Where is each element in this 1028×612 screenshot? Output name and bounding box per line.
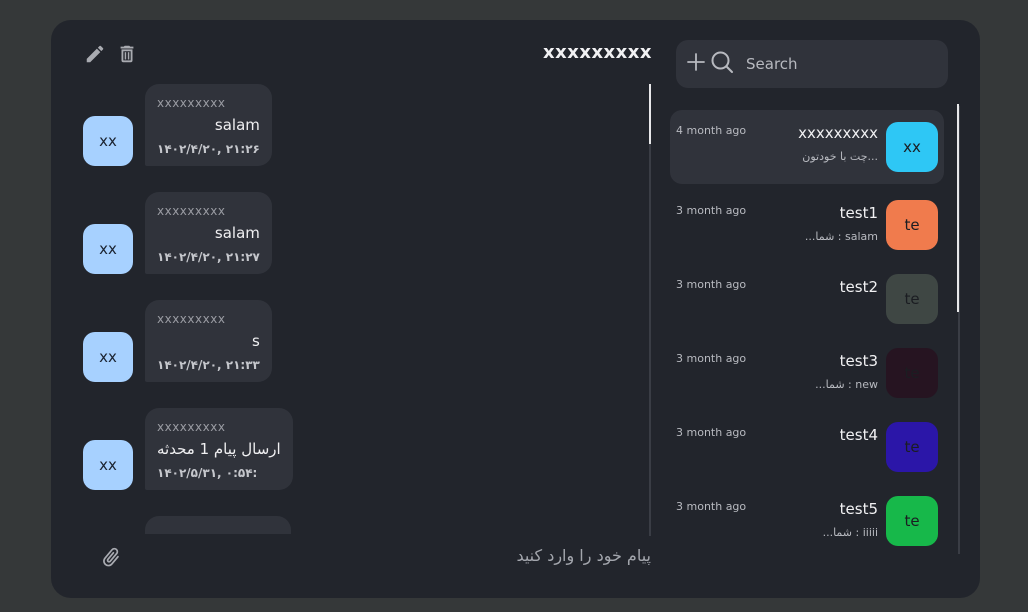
contact-time: 3 month ago [676, 204, 747, 217]
message-bubble[interactable]: xxxxxxxxx salam ۱۴۰۲/۴/۲۰, ۲۱:۲۷ [145, 192, 272, 274]
contact-item[interactable]: 4 month ago xxxxxxxxx ...چت با خودتون xx [670, 110, 944, 184]
contact-item[interactable]: 3 month ago test4 te [670, 412, 944, 486]
message-bubble[interactable]: xxxxxxxxx salam ۱۴۰۲/۴/۲۰, ۲۱:۲۶ [145, 84, 272, 166]
contact-preview: new : شما... [815, 378, 878, 391]
paperclip-icon[interactable] [99, 546, 123, 570]
trash-icon[interactable] [115, 42, 139, 66]
contact-name: test5 [839, 500, 878, 518]
contact-preview: salam : شما... [804, 230, 878, 243]
contact-name: test4 [839, 426, 878, 444]
message-sender: xxxxxxxxx [157, 204, 226, 218]
message-item: xx xxxxxxxxx salam ۱۴۰۲/۴/۲۰, ۲۱:۲۶ [83, 84, 272, 166]
contact-name: test3 [839, 352, 878, 370]
avatar[interactable]: xx [83, 332, 133, 382]
message-sender: xxxxxxxxx [157, 420, 226, 434]
contact-item[interactable]: 3 month ago test3 new : شما... te [670, 338, 944, 412]
edit-icon[interactable] [83, 42, 107, 66]
messenger-window: xxxxxxxxx xx xxxxxxxxx salam ۱۴۰۲/۴/۲۰, … [51, 20, 980, 598]
message-sender: xxxxxxxxx [157, 96, 226, 110]
message-text: salam [214, 116, 260, 134]
avatar: xx [886, 122, 938, 172]
avatar[interactable]: xx [83, 116, 133, 166]
message-item: xx xxxxxxxxx ارسال پیام 1 محدثه ۱۴۰۲/۵/۳… [83, 408, 293, 490]
contact-time: 3 month ago [676, 352, 747, 365]
message-bubble[interactable]: xxxxxxxxx s ۱۴۰۲/۴/۲۰, ۲۱:۳۳ [145, 300, 272, 382]
avatar: te [886, 422, 938, 472]
contact-preview: ...چت با خودتون [802, 150, 878, 163]
chat-actions [83, 42, 139, 66]
search-icon [710, 50, 734, 78]
avatar: te [886, 274, 938, 324]
message-bubble[interactable] [145, 516, 291, 534]
search-box[interactable] [676, 40, 948, 88]
chat-scroll-thumb[interactable] [649, 84, 651, 144]
search-input[interactable] [746, 55, 926, 73]
contact-time: 3 month ago [676, 500, 747, 513]
contact-name: test2 [839, 278, 878, 296]
message-list: xx xxxxxxxxx salam ۱۴۰۲/۴/۲۰, ۲۱:۲۶ xx x… [83, 82, 643, 534]
contact-preview: iiiii : شما... [822, 526, 878, 539]
message-composer [83, 534, 651, 584]
avatar: te [886, 200, 938, 250]
message-text: ارسال پیام 1 محدثه [157, 440, 281, 458]
message-time: ۱۴۰۲/۴/۲۰, ۲۱:۲۷ [157, 250, 260, 264]
plus-icon[interactable] [686, 52, 706, 76]
message-time: ۱۴۰۲/۴/۲۰, ۲۱:۳۳ [157, 358, 260, 372]
contacts-scroll-thumb[interactable] [957, 104, 959, 312]
contact-item[interactable]: 3 month ago test5 iiiii : شما... te [670, 486, 944, 554]
message-bubble[interactable]: xxxxxxxxx ارسال پیام 1 محدثه ۱۴۰۲/۵/۳۱, … [145, 408, 293, 490]
contact-time: 3 month ago [676, 278, 747, 291]
contact-list: 4 month ago xxxxxxxxx ...چت با خودتون xx… [670, 108, 958, 554]
message-time: ۱۴۰۲/۴/۲۰, ۲۱:۲۶ [157, 142, 260, 156]
contact-name: xxxxxxxxx [798, 124, 878, 142]
message-text: salam [214, 224, 260, 242]
contact-time: 4 month ago [676, 124, 747, 137]
message-text: s [252, 332, 260, 350]
message-item: xx xxxxxxxxx s ۱۴۰۲/۴/۲۰, ۲۱:۳۳ [83, 300, 272, 382]
chat-scroll-track[interactable] [649, 84, 651, 536]
contact-name: test1 [839, 204, 878, 222]
contact-item[interactable]: 3 month ago test2 te [670, 264, 944, 338]
avatar[interactable]: xx [83, 440, 133, 490]
message-time: ۱۴۰۲/۵/۳۱, ۰:۵۴: [157, 466, 258, 480]
message-item: xx xxxxxxxxx salam ۱۴۰۲/۴/۲۰, ۲۱:۲۷ [83, 192, 272, 274]
chat-title: xxxxxxxxx [543, 42, 652, 63]
avatar: te [886, 348, 938, 398]
contact-time: 3 month ago [676, 426, 747, 439]
message-item [83, 516, 291, 534]
avatar[interactable]: xx [83, 224, 133, 274]
avatar: te [886, 496, 938, 546]
message-input[interactable] [171, 546, 651, 565]
contact-item[interactable]: 3 month ago test1 salam : شما... te [670, 190, 944, 264]
message-sender: xxxxxxxxx [157, 312, 226, 326]
